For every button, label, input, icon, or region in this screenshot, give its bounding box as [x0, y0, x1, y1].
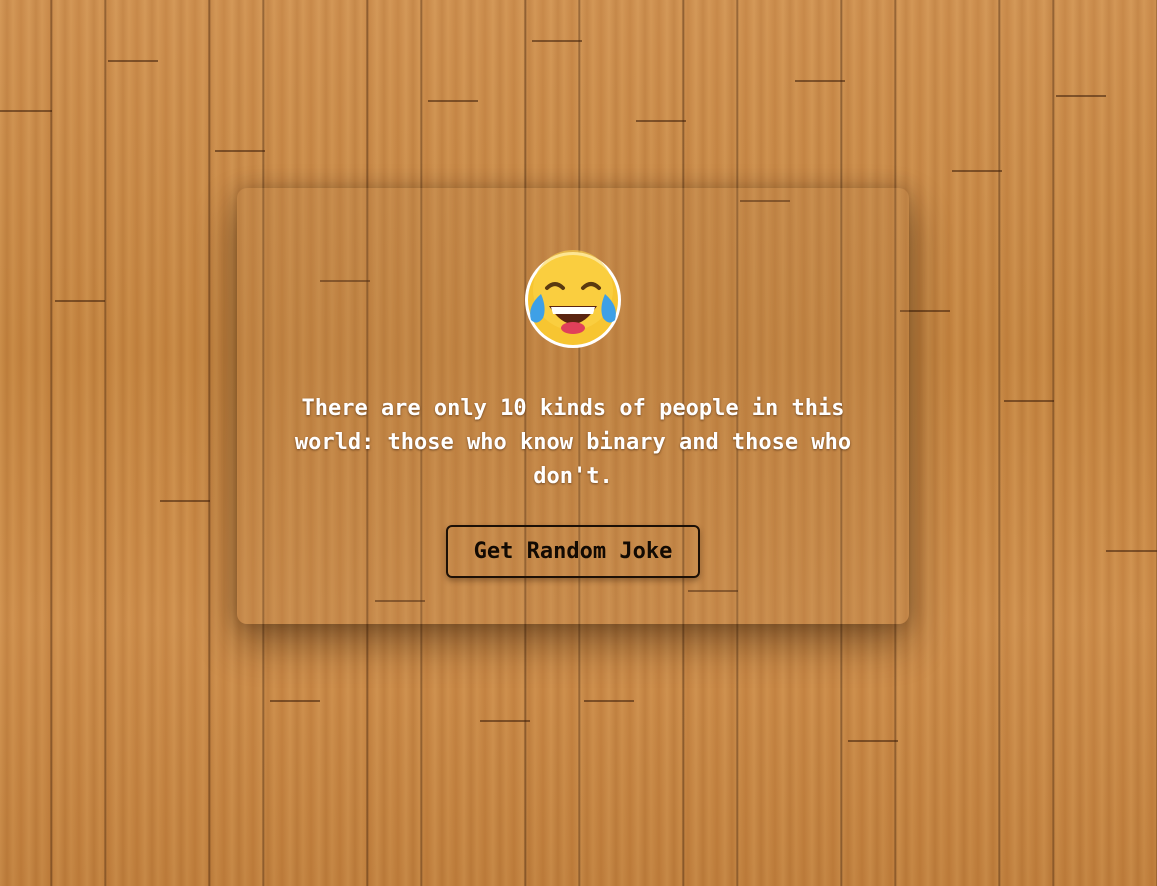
- joke-text: There are only 10 kinds of people in thi…: [294, 396, 852, 489]
- face-with-tears-of-joy-icon: [525, 250, 621, 348]
- get-random-joke-button[interactable]: Get Random Joke: [446, 525, 700, 578]
